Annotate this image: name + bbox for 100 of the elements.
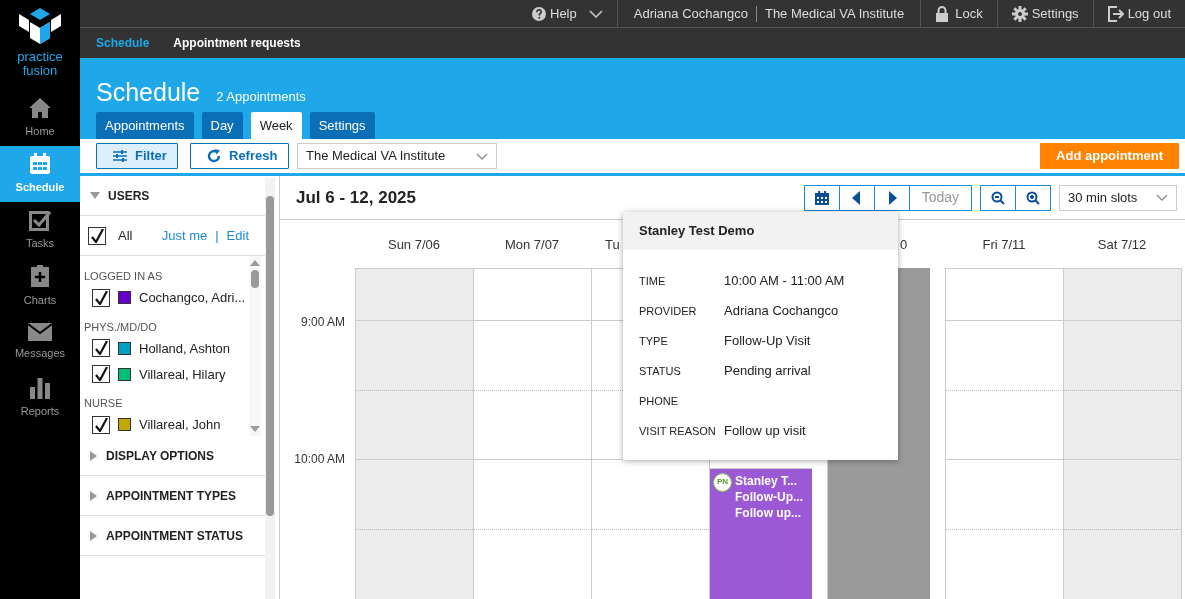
refresh-button[interactable]: Refresh [190, 143, 289, 170]
view-tab[interactable]: Settings [309, 111, 375, 139]
time-slot[interactable] [473, 459, 591, 530]
checkbox[interactable] [92, 415, 110, 434]
date-range: Jul 6 - 12, 2025 [296, 187, 417, 210]
user-name: Villareal, Hilary [139, 365, 226, 384]
appointment-text: Follow up... [735, 505, 802, 522]
status-badge: PN [713, 473, 732, 493]
time-label: 10:00 AM [293, 451, 346, 469]
group-label: NURSE [84, 396, 124, 412]
view-tab[interactable]: Day [201, 111, 243, 139]
user-name: Cochangco, Adri... [139, 289, 246, 308]
scrollbar-thumb[interactable] [266, 196, 274, 517]
gear-icon [1011, 5, 1028, 22]
check-icon [94, 417, 108, 432]
group-label: PHYS./MD/DO [84, 319, 158, 335]
scrollbar-thumb[interactable] [251, 270, 259, 289]
view-tab[interactable]: Week [250, 111, 302, 139]
zoom-in-button[interactable] [1016, 184, 1051, 211]
field-value: Pending arrival [724, 362, 811, 381]
check-icon [94, 367, 108, 382]
help-icon [532, 6, 546, 21]
checkbox[interactable] [92, 339, 110, 358]
check-icon [90, 228, 104, 243]
expanded-triangle-icon [90, 191, 100, 200]
appointment-text: Follow-Up... [735, 489, 804, 506]
appointment-text: Stanley T... [735, 473, 799, 490]
clipboard-icon [30, 263, 50, 288]
previous-week-button[interactable] [839, 184, 875, 211]
refresh-icon [207, 149, 221, 164]
appointment-block[interactable]: PN Stanley T... Follow-Up... Follow up... [709, 468, 812, 599]
field-value: 10:00 AM - 11:00 AM [724, 272, 845, 291]
next-week-button[interactable] [874, 184, 910, 211]
nav-item[interactable]: Charts [0, 258, 80, 314]
chevron-down-icon [588, 9, 603, 18]
time-slot[interactable] [473, 319, 591, 390]
time-slot[interactable] [473, 389, 591, 460]
scrollbar[interactable] [265, 178, 275, 599]
logout-icon [1107, 5, 1124, 22]
field-label: VISIT REASON [639, 423, 717, 439]
logo-icon [17, 8, 63, 46]
subnav-link[interactable]: Schedule [84, 28, 162, 58]
page-title: Schedule [96, 77, 201, 108]
lock-button[interactable]: Lock [920, 0, 997, 27]
practice-name: The Medical VA Institute [764, 4, 905, 23]
help-link[interactable]: Help [518, 0, 617, 27]
day-header: Fri 7/11 [982, 235, 1026, 254]
group-label: LOGGED IN AS [84, 269, 164, 285]
facility-dropdown[interactable]: The Medical VA Institute [297, 143, 497, 170]
checkbox[interactable] [92, 288, 110, 307]
user-name: Adriana Cochangco [633, 4, 748, 23]
brand-name: practice fusion [16, 50, 64, 78]
logout-button[interactable]: Log out [1092, 0, 1185, 27]
field-value: Adriana Cochangco [724, 302, 839, 321]
checkbox-label: All [118, 227, 133, 246]
chevron-down-icon [476, 152, 488, 160]
field-value: Follow up visit [724, 422, 806, 441]
appointment-count: 2 Appointments [216, 88, 306, 106]
calendar-icon [814, 190, 829, 205]
zoom-out-icon [991, 190, 1005, 205]
collapsed-triangle-icon [90, 530, 98, 541]
time-label: 9:00 AM [299, 314, 346, 332]
zoom-in-icon [1026, 190, 1040, 205]
settings-button[interactable]: Settings [996, 0, 1093, 27]
field-label: TIME [639, 273, 667, 289]
view-tab[interactable]: Appointments [96, 111, 194, 139]
nav-item[interactable]: Reports [0, 370, 80, 426]
link-separator: | [215, 227, 219, 246]
subnav-link[interactable]: Appointment requests [161, 28, 313, 58]
calendar-icon [29, 152, 51, 175]
checkbox[interactable] [88, 226, 106, 245]
user-name: Holland, Ashton [139, 339, 231, 358]
field-label: PROVIDER [639, 303, 698, 319]
field-value: Follow-Up Visit [724, 332, 811, 351]
popover-title: Stanley Test Demo [623, 212, 898, 250]
filter-button[interactable]: Filter [96, 143, 178, 170]
sliders-icon [113, 150, 127, 163]
date-picker-button[interactable] [803, 184, 840, 211]
day-header: Sat 7/12 [1097, 235, 1147, 254]
nav-item[interactable]: Messages [0, 314, 80, 370]
day-header: Sun 7/06 [387, 235, 440, 254]
time-slot[interactable] [473, 268, 591, 320]
field-label: TYPE [639, 333, 669, 349]
collapsed-triangle-icon [90, 450, 98, 461]
envelope-icon [28, 322, 52, 341]
zoom-out-button[interactable] [980, 184, 1016, 211]
scrollbar[interactable] [249, 256, 261, 437]
day-header: Tu [605, 235, 620, 254]
slot-size-dropdown[interactable]: 30 min slots [1059, 184, 1177, 211]
just-me-link[interactable]: Just me [161, 226, 208, 246]
nav-item[interactable]: Tasks [0, 202, 80, 258]
home-icon [28, 96, 52, 119]
scroll-down-icon [250, 426, 260, 433]
collapsed-triangle-icon [90, 490, 98, 501]
checkbox-icon [29, 208, 51, 231]
scroll-up-icon [250, 260, 260, 267]
edit-link[interactable]: Edit [226, 226, 249, 246]
field-label: STATUS [639, 363, 682, 379]
checkbox[interactable] [92, 365, 110, 384]
nav-item[interactable]: Home [0, 90, 80, 146]
